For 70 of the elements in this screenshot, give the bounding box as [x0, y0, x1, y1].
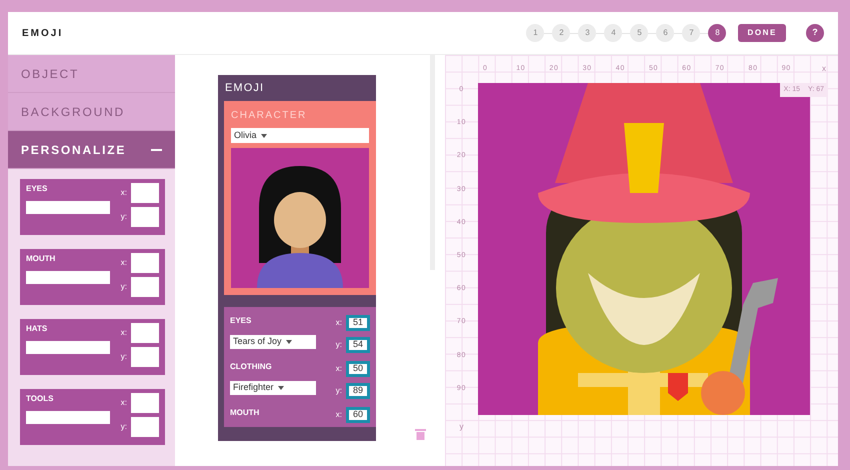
step-indicator[interactable]: 7	[682, 24, 700, 42]
sidebar-section[interactable]: BACKGROUND	[8, 93, 175, 131]
x-input-field[interactable]	[131, 253, 159, 273]
block-label: CHARACTER	[231, 109, 308, 123]
y-label: y:	[336, 385, 342, 397]
x-label: x:	[120, 257, 127, 269]
x-label: x:	[336, 363, 342, 375]
number-field[interactable]: 51	[346, 315, 370, 331]
character-block[interactable]: CHARACTER Olivia	[224, 101, 376, 295]
app-title: EMOJI	[22, 26, 64, 40]
block-input-field[interactable]	[26, 341, 110, 354]
property-label: EYES	[230, 315, 252, 327]
step-indicator[interactable]: 6	[656, 24, 674, 42]
x-input-field[interactable]	[131, 393, 159, 413]
block-input-field[interactable]	[26, 201, 110, 214]
caret-icon	[260, 134, 267, 138]
x-axis-label: x	[822, 63, 826, 75]
trash-icon[interactable]	[415, 428, 426, 440]
number-field[interactable]: 89	[346, 383, 370, 399]
y-label: y:	[336, 339, 342, 351]
block-input-field[interactable]	[26, 271, 110, 284]
minus-icon	[151, 148, 162, 150]
property-label: CLOTHING	[230, 361, 273, 373]
caret-icon	[278, 386, 284, 390]
properties-block[interactable]: EYES Tears of Joy x: 51 y: 54 CLOTHING Firefighter x: 50 y: 89 MOUTH x: 60	[224, 307, 376, 427]
number-field[interactable]: 50	[346, 361, 370, 377]
block[interactable]: TOOLS x: y:	[20, 389, 165, 445]
done-button[interactable]: DONE	[738, 24, 786, 42]
x-label: x:	[120, 187, 127, 199]
property-dropdown[interactable]: Firefighter	[230, 381, 316, 395]
y-label: y:	[120, 351, 127, 363]
x-label: x:	[336, 317, 342, 329]
x-label: x:	[120, 397, 127, 409]
emoji-block[interactable]: EMOJI CHARACTER Olivia EYES Tears of Joy x: 51 y: 54 CLOTHING Firefighter x: 50 y: 89 MOUTH x: 60	[218, 75, 376, 441]
step-indicator[interactable]: 4	[604, 24, 622, 42]
x-label: x:	[336, 409, 342, 421]
y-input-field[interactable]	[131, 277, 159, 297]
y-label: y:	[120, 281, 127, 293]
block-label: HATS	[26, 323, 48, 335]
block-title: EMOJI	[224, 80, 266, 96]
block[interactable]: EYES x: y:	[20, 179, 165, 235]
x-input-field[interactable]	[131, 183, 159, 203]
x-label: x:	[120, 327, 127, 339]
y-input-field[interactable]	[131, 347, 159, 367]
step-indicator[interactable]: 1	[526, 24, 544, 42]
y-axis-label: y	[460, 421, 464, 433]
number-field[interactable]: 54	[346, 337, 370, 353]
block-input-field[interactable]	[26, 411, 110, 424]
step-indicator[interactable]: 2	[552, 24, 570, 42]
sidebar-section[interactable]: PERSONALIZE	[8, 131, 175, 169]
block-label: TOOLS	[26, 393, 54, 405]
y-input-field[interactable]	[131, 207, 159, 227]
block-label: MOUTH	[26, 253, 56, 265]
step-indicator[interactable]: 5	[630, 24, 648, 42]
step-indicator[interactable]: 8	[708, 24, 726, 42]
sidebar-section[interactable]: OBJECT	[8, 55, 175, 93]
block[interactable]: MOUTH x: y:	[20, 249, 165, 305]
number-field[interactable]: 60	[346, 407, 370, 423]
character-dropdown[interactable]: Olivia	[231, 128, 369, 143]
block[interactable]: HATS x: y:	[20, 319, 165, 375]
block-label: EYES	[26, 183, 48, 195]
caret-icon	[286, 340, 292, 344]
x-input-field[interactable]	[131, 323, 159, 343]
y-label: y:	[120, 211, 127, 223]
y-input-field[interactable]	[131, 417, 159, 437]
property-dropdown[interactable]: Tears of Joy	[230, 335, 316, 349]
help-button[interactable]: ?	[806, 24, 824, 42]
step-indicator[interactable]: 3	[578, 24, 596, 42]
y-label: y:	[120, 421, 127, 433]
property-label: MOUTH	[230, 407, 260, 419]
